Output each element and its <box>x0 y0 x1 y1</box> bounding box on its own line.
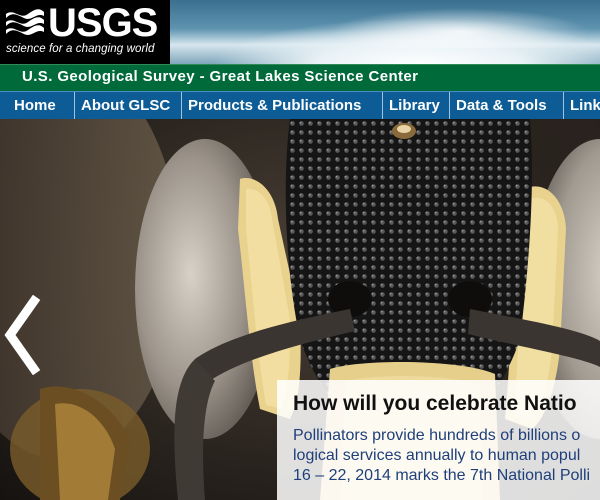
slide-description: Pollinators provide hundreds of billions… <box>293 426 600 486</box>
header-wave-image-highlight <box>330 8 590 48</box>
nav-item-about-glsc[interactable]: About GLSC <box>75 92 182 119</box>
nav-item-links[interactable]: Link <box>564 92 600 119</box>
slide-description-line: logical services annually to human popul <box>293 447 581 464</box>
chevron-left-icon[interactable] <box>0 295 44 375</box>
site-header: USGS science for a changing world <box>0 0 600 64</box>
usgs-logo[interactable]: USGS science for a changing world <box>0 0 170 64</box>
slide-title[interactable]: How will you celebrate Natio <box>293 392 577 416</box>
nav-item-home[interactable]: Home <box>0 92 75 119</box>
logo-tagline: science for a changing world <box>6 43 155 55</box>
logo-wordmark: USGS <box>48 1 158 45</box>
usgs-wave-icon <box>6 9 44 35</box>
site-title-bar: U.S. Geological Survey - Great Lakes Sci… <box>0 64 600 92</box>
site-title[interactable]: U.S. Geological Survey - Great Lakes Sci… <box>22 68 418 85</box>
slide-caption: How will you celebrate Natio Pollinators… <box>277 380 600 500</box>
nav-item-products-publications[interactable]: Products & Publications <box>182 92 383 119</box>
slide-description-line: Pollinators provide hundreds of billions… <box>293 427 581 444</box>
nav-item-library[interactable]: Library <box>383 92 450 119</box>
main-nav: Home About GLSC Products & Publications … <box>0 91 600 120</box>
slide-description-line: 16 – 22, 2014 marks the 7th National Pol… <box>293 467 591 484</box>
nav-item-data-tools[interactable]: Data & Tools <box>450 92 564 119</box>
